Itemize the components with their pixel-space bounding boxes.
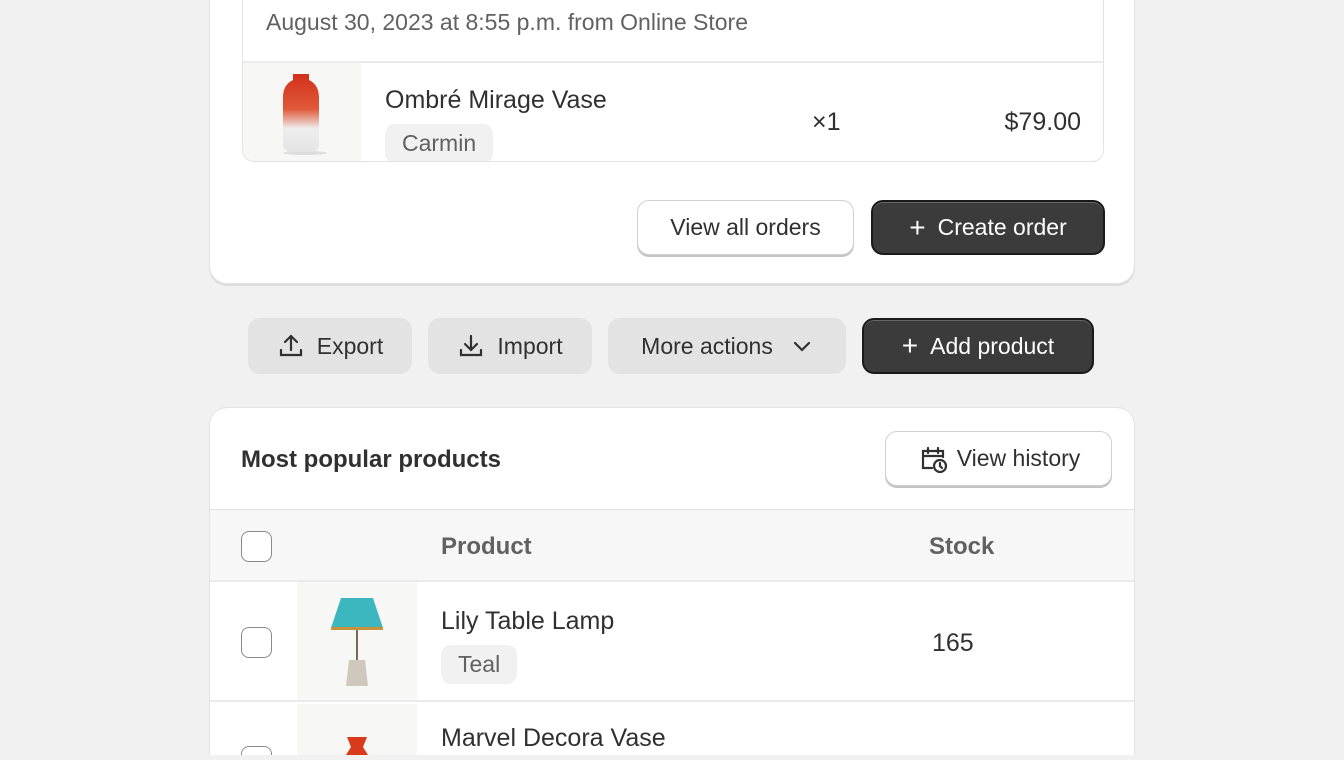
order-item-quantity: ×1 xyxy=(812,108,841,136)
import-button[interactable]: Import xyxy=(428,318,592,374)
column-stock: Stock xyxy=(929,533,995,560)
view-history-button[interactable]: View history xyxy=(885,431,1112,486)
vase-image xyxy=(243,63,361,161)
view-all-orders-label: View all orders xyxy=(670,214,821,240)
select-all-checkbox[interactable] xyxy=(241,531,272,562)
chevron-down-icon xyxy=(793,341,810,352)
view-history-label: View history xyxy=(956,445,1081,471)
lamp-image xyxy=(297,582,417,700)
product-stock: 165 xyxy=(932,629,974,657)
download-icon xyxy=(460,334,483,357)
calendar-clock-icon xyxy=(921,446,947,473)
import-label: Import xyxy=(497,332,563,359)
more-actions-button[interactable]: More actions xyxy=(608,318,846,374)
order-card: August 30, 2023 at 8:55 p.m. from Online… xyxy=(209,0,1135,284)
product-variant: Teal xyxy=(441,645,518,684)
product-name: Marvel Decora Vase xyxy=(441,724,666,752)
plus-icon: + xyxy=(909,211,926,243)
row-checkbox[interactable] xyxy=(241,746,272,755)
create-order-label: Create order xyxy=(937,214,1067,240)
column-product: Product xyxy=(441,533,532,560)
order-date: August 30, 2023 at 8:55 p.m. from Online… xyxy=(266,9,749,35)
table-header: Product Stock xyxy=(210,509,1134,582)
product-name: Lily Table Lamp xyxy=(441,607,615,635)
table-row[interactable]: Marvel Decora Vase xyxy=(210,704,1134,755)
order-item-variant: Carmin xyxy=(385,124,494,161)
divider xyxy=(243,61,1103,63)
export-button[interactable]: Export xyxy=(248,318,412,374)
upload-icon xyxy=(279,334,302,357)
create-order-button[interactable]: + Create order xyxy=(871,200,1105,255)
row-checkbox[interactable] xyxy=(241,627,272,658)
more-actions-label: More actions xyxy=(641,332,773,359)
plus-icon: + xyxy=(901,330,919,361)
table-row[interactable]: Lily Table Lamp Teal 165 xyxy=(210,582,1134,702)
export-label: Export xyxy=(316,332,384,359)
add-product-button[interactable]: + Add product xyxy=(862,318,1094,374)
order-box: August 30, 2023 at 8:55 p.m. from Online… xyxy=(242,0,1104,162)
order-item-name: Ombré Mirage Vase xyxy=(385,86,607,114)
add-product-label: Add product xyxy=(930,332,1055,359)
view-all-orders-button[interactable]: View all orders xyxy=(637,200,854,255)
order-item-price: $79.00 xyxy=(1004,108,1081,136)
vase-image xyxy=(297,704,417,755)
products-card: Most popular products View history Produ… xyxy=(209,407,1135,755)
section-title: Most popular products xyxy=(241,446,501,473)
